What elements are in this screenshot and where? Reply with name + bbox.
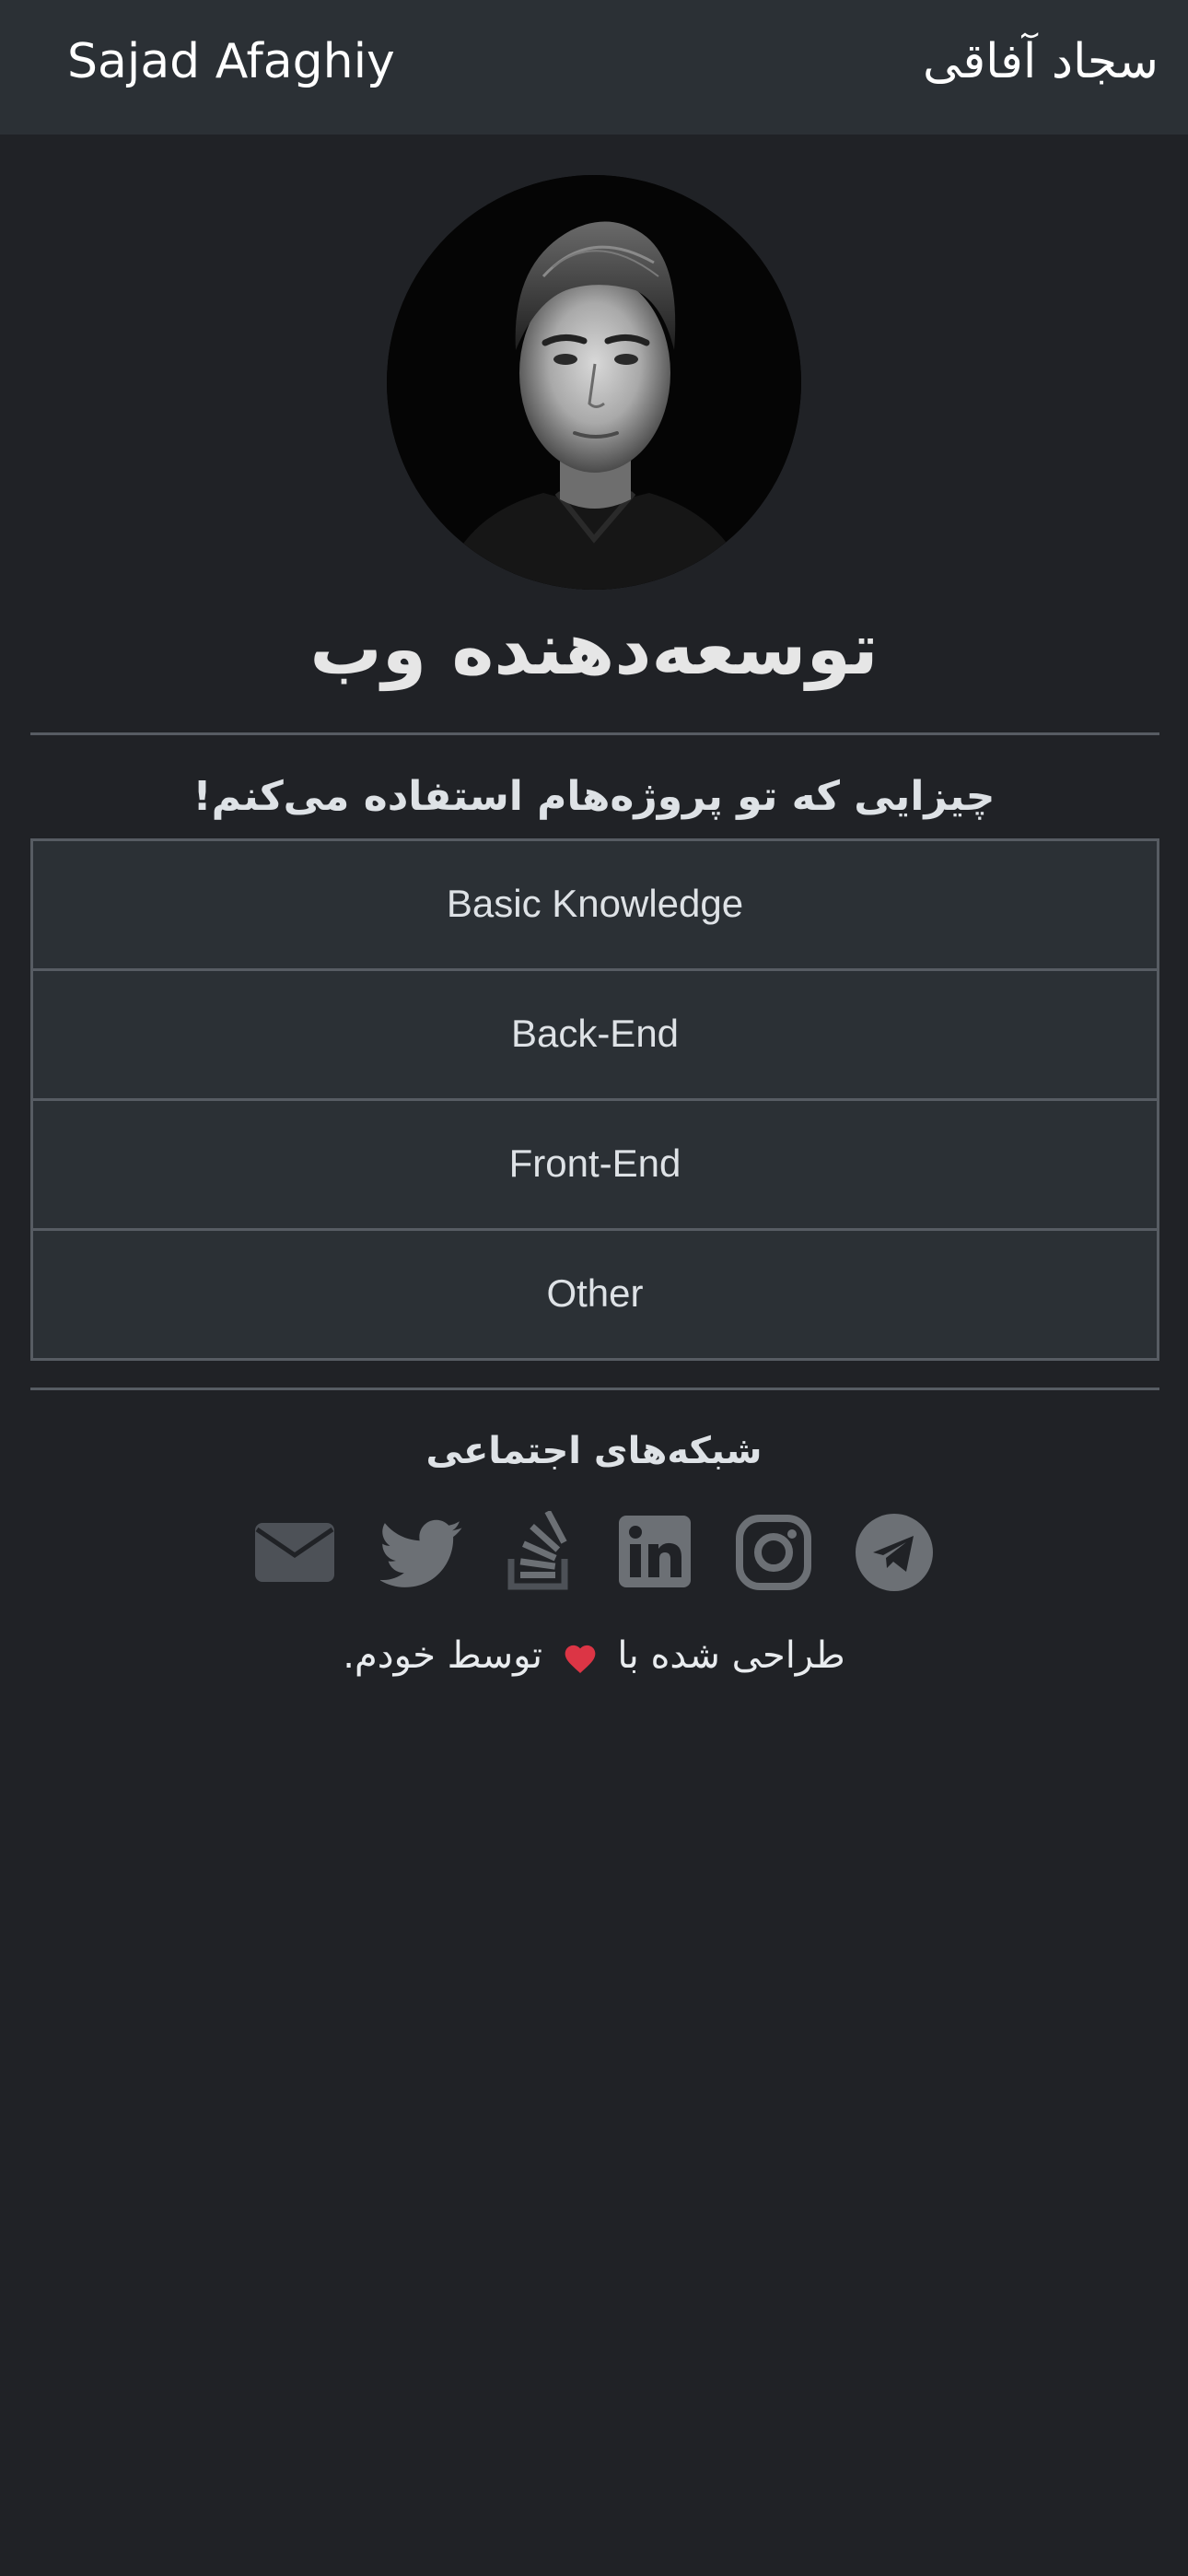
twitter-icon xyxy=(380,1519,462,1587)
stack-item-back-end[interactable]: Back-End xyxy=(33,971,1157,1101)
heart-icon xyxy=(565,1645,596,1674)
instagram-icon xyxy=(736,1515,811,1590)
page-title: توسعه‌دهنده وب xyxy=(309,608,879,691)
email-icon xyxy=(255,1523,334,1582)
telegram-icon xyxy=(856,1514,933,1591)
instagram-link[interactable] xyxy=(732,1511,815,1594)
brand-name-persian[interactable]: سجاد آفاقی xyxy=(923,0,1159,123)
social-links xyxy=(0,1511,1188,1594)
divider xyxy=(30,1388,1159,1390)
stackoverflow-link[interactable] xyxy=(498,1511,581,1594)
linkedin-link[interactable] xyxy=(614,1511,697,1594)
avatar xyxy=(387,175,801,590)
footer-note: طراحی شده با توسط خودم. xyxy=(0,1623,1188,1688)
linkedin-icon xyxy=(619,1516,691,1587)
navbar: Sajad Afaghiy سجاد آفاقی xyxy=(0,0,1188,135)
divider xyxy=(30,732,1159,735)
stackoverflow-icon xyxy=(507,1511,568,1590)
footer-text-after: توسط خودم. xyxy=(343,1634,542,1677)
telegram-link[interactable] xyxy=(853,1511,936,1594)
stack-heading: چیزایی که تو پروژه‌هام استفاده می‌کنم! xyxy=(192,773,996,820)
brand-name-english[interactable]: Sajad Afaghiy xyxy=(67,0,395,123)
stack-list: Basic Knowledge Back-End Front-End Other xyxy=(30,838,1159,1361)
stack-item-other[interactable]: Other xyxy=(33,1231,1157,1358)
footer-text-before: طراحی شده با xyxy=(617,1634,845,1677)
stack-item-basic-knowledge[interactable]: Basic Knowledge xyxy=(33,841,1157,971)
twitter-link[interactable] xyxy=(380,1511,463,1594)
social-heading: شبکه‌های اجتماعی xyxy=(425,1430,763,1472)
email-link[interactable] xyxy=(253,1511,336,1594)
stack-item-front-end[interactable]: Front-End xyxy=(33,1101,1157,1231)
